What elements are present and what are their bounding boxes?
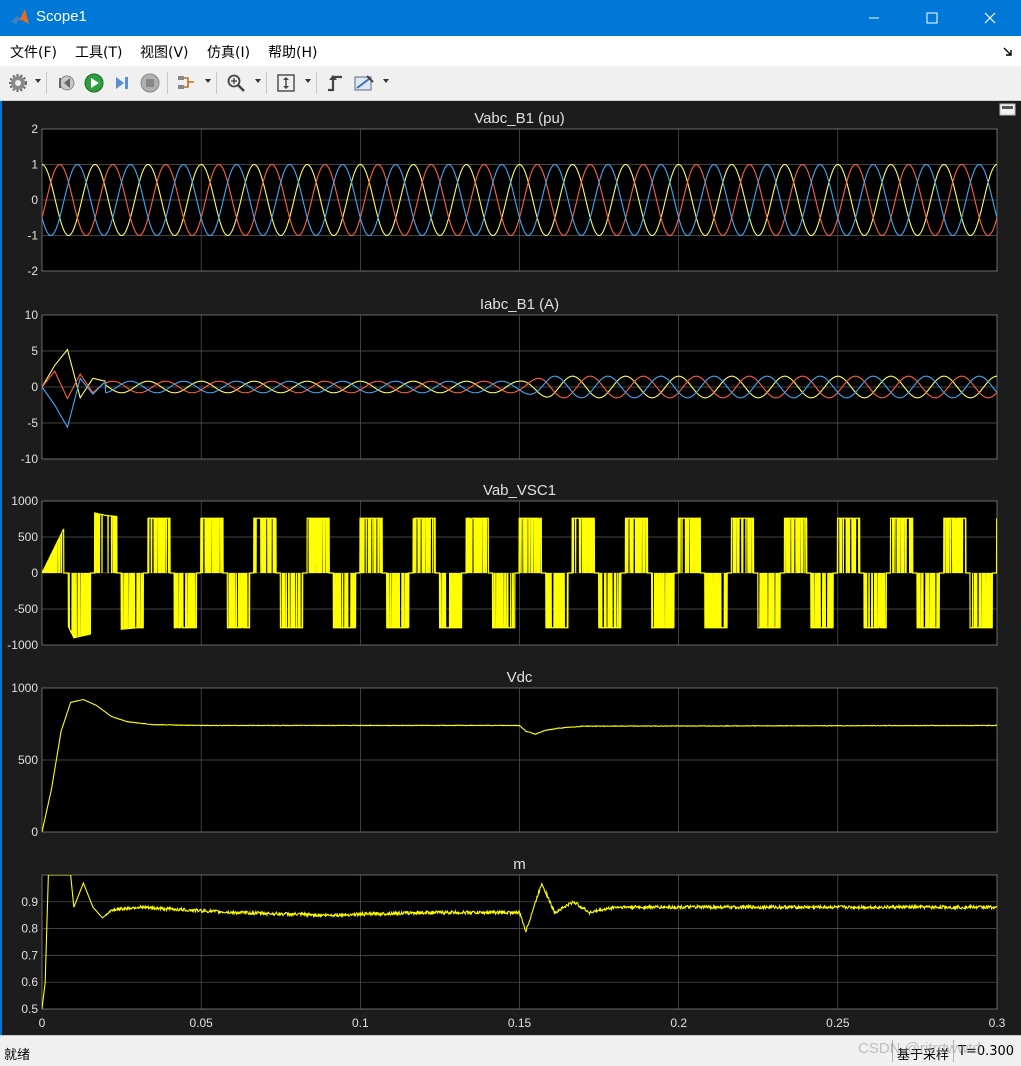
- scope-panel-5: 0.5 0.6 0.7 0.8 0.9 m 0 0.05 0.1 0.15 0.2 0.25 0.3: [21, 856, 1005, 1030]
- zoom-button[interactable]: [224, 71, 248, 95]
- run-icon: [84, 73, 104, 93]
- y-tick-label: 1000: [11, 494, 38, 508]
- toolbar-separator: [266, 72, 267, 94]
- run-button[interactable]: [82, 71, 106, 95]
- plot-title: Vab_VSC1: [483, 482, 556, 499]
- y-tick-label: 0: [31, 193, 38, 207]
- y-tick-label: 0.5: [21, 1002, 38, 1016]
- step-back-icon: [59, 75, 75, 91]
- autoscale-button[interactable]: [274, 71, 298, 95]
- scope-panel-1: -2 -1 0 1 2 Vabc_B1 (pu): [27, 110, 998, 278]
- menu-help[interactable]: 帮助(H): [268, 42, 317, 62]
- plot-title: Vdc: [507, 669, 533, 686]
- x-tick-label: 0.2: [670, 1016, 687, 1030]
- toolbar-separator: [316, 72, 317, 94]
- measure-dropdown-icon[interactable]: [383, 79, 389, 83]
- toolbar-separator: [46, 72, 47, 94]
- close-icon: [984, 12, 996, 24]
- menu-view[interactable]: 视图(V): [140, 42, 189, 62]
- settings-icon: [9, 74, 27, 92]
- x-tick-label: 0.3: [989, 1016, 1006, 1030]
- signal-select-icon: [178, 76, 194, 89]
- stop-button[interactable]: [138, 71, 162, 95]
- scope-panel-4: 0 500 1000 Vdc: [11, 669, 998, 839]
- maximize-icon: [926, 12, 938, 24]
- y-tick-label: 10: [25, 308, 39, 322]
- y-tick-label: 1: [31, 158, 38, 172]
- scope-display: -2 -1 0 1 2 Vabc_B1 (pu) -10 -5 0 5 10 Iabc_B1 (A) -…: [0, 101, 1021, 1035]
- x-tick-label: 0.05: [189, 1016, 213, 1030]
- y-tick-label: -2: [27, 264, 38, 278]
- menu-tools[interactable]: 工具(T): [75, 42, 122, 62]
- scope-panel-3: -1000 -500 0 500 1000 Vab_VSC1: [7, 482, 998, 652]
- toolbar: [0, 66, 1021, 101]
- plot-title: Iabc_B1 (A): [480, 296, 559, 313]
- y-tick-label: 0.9: [21, 895, 38, 909]
- undock-icon[interactable]: [1002, 46, 1014, 58]
- toolbar-separator: [216, 72, 217, 94]
- signal-dropdown-icon[interactable]: [205, 79, 211, 83]
- zoom-dropdown-icon[interactable]: [255, 79, 261, 83]
- maximize-button[interactable]: [903, 0, 961, 36]
- measure-button[interactable]: [352, 71, 376, 95]
- trigger-icon: [328, 75, 342, 92]
- y-tick-label: 5: [31, 344, 38, 358]
- x-tick-label: 0.15: [508, 1016, 532, 1030]
- scope-panel-2: -10 -5 0 5 10 Iabc_B1 (A): [21, 296, 998, 466]
- step-back-button[interactable]: [54, 71, 78, 95]
- y-tick-label: 2: [31, 122, 38, 136]
- y-tick-label: 0.7: [21, 948, 38, 962]
- plot-title: m: [513, 856, 526, 873]
- y-tick-label: -500: [14, 602, 38, 616]
- settings-button[interactable]: [6, 71, 30, 95]
- close-button[interactable]: [961, 0, 1019, 36]
- y-tick-label: -10: [21, 452, 39, 466]
- plot-title: Vabc_B1 (pu): [474, 110, 565, 127]
- step-forward-button[interactable]: [110, 71, 134, 95]
- y-tick-label: -1: [27, 229, 38, 243]
- measure-icon: [354, 75, 374, 91]
- menu-simulation[interactable]: 仿真(I): [207, 42, 250, 62]
- settings-dropdown-icon[interactable]: [35, 79, 41, 83]
- trigger-button[interactable]: [323, 71, 347, 95]
- autoscale-icon: [277, 74, 295, 92]
- y-tick-label: 0: [31, 825, 38, 839]
- minimize-icon: [869, 17, 879, 19]
- menu-file[interactable]: 文件(F): [10, 42, 57, 62]
- signal-select-button[interactable]: [174, 71, 198, 95]
- y-tick-label: 0: [31, 566, 38, 580]
- window-title: Scope1: [36, 8, 87, 25]
- x-tick-label: 0.25: [826, 1016, 850, 1030]
- matlab-logo-icon: [11, 9, 29, 24]
- y-tick-label: 500: [18, 530, 38, 544]
- scope-plots: -2-1012Vabc_B1 (pu)-10-50510Iabc_B1 (A)-…: [7, 110, 1005, 1030]
- x-tick-label: 0: [39, 1016, 46, 1030]
- autoscale-dropdown-icon[interactable]: [305, 79, 311, 83]
- zoom-icon: [227, 74, 245, 92]
- watermark: CSDN @ritrrtwwtd: [858, 1040, 981, 1057]
- minimize-button[interactable]: [845, 0, 903, 36]
- step-forward-icon: [116, 77, 128, 89]
- y-tick-label: -5: [27, 416, 38, 430]
- y-tick-label: 1000: [11, 681, 38, 695]
- stop-icon: [140, 73, 160, 93]
- y-tick-label: 0: [31, 380, 38, 394]
- y-tick-label: 0.8: [21, 922, 38, 936]
- menu-bar: 文件(F) 工具(T) 视图(V) 仿真(I) 帮助(H): [0, 36, 1021, 67]
- toolbar-separator: [167, 72, 168, 94]
- y-tick-label: 500: [18, 753, 38, 767]
- y-tick-label: 0.6: [21, 975, 38, 989]
- y-tick-label: -1000: [7, 638, 38, 652]
- status-text: 就绪: [4, 1048, 31, 1063]
- x-tick-label: 0.1: [352, 1016, 369, 1030]
- title-bar: Scope1: [0, 0, 1021, 36]
